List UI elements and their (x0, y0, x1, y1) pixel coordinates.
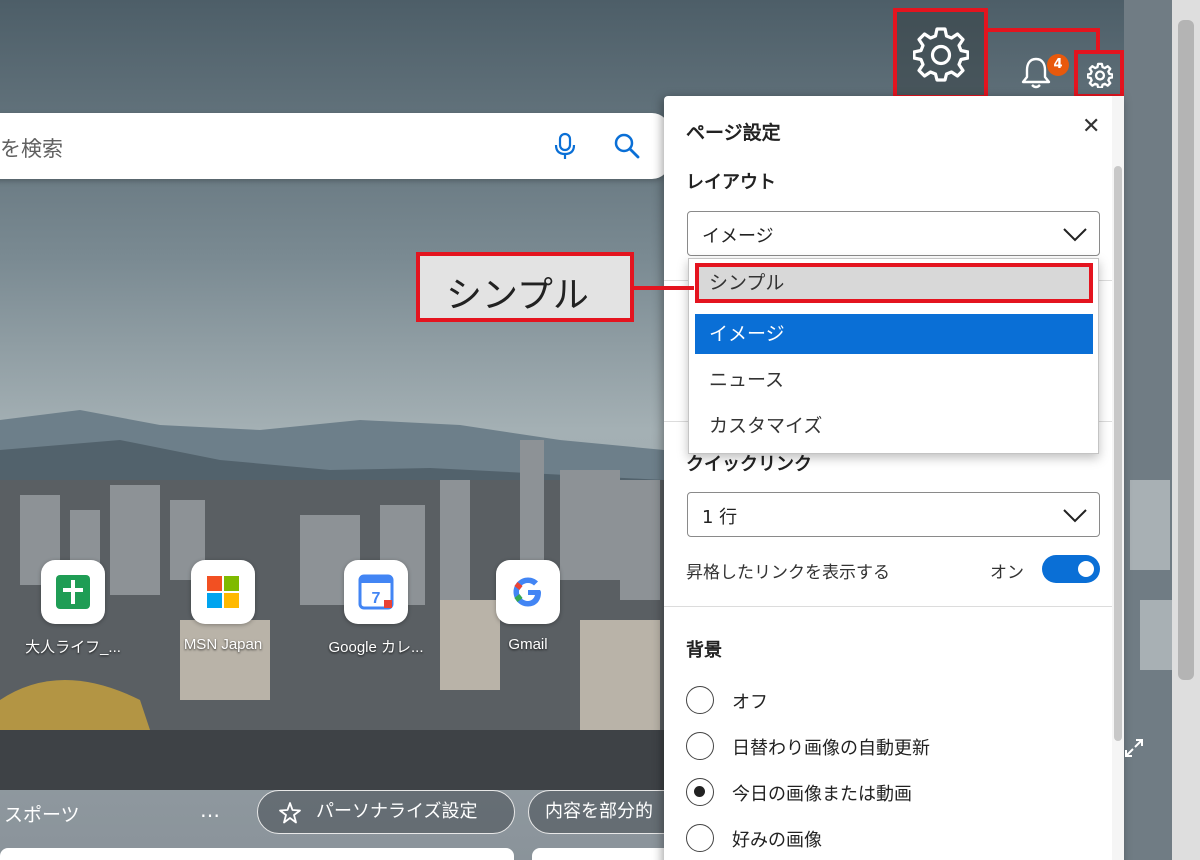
divider (664, 606, 1112, 607)
search-icon[interactable] (612, 131, 642, 161)
feed-tab-sports[interactable]: スポーツ (4, 800, 80, 827)
chevron-down-icon (1063, 228, 1087, 242)
svg-text:7: 7 (372, 590, 381, 607)
annotation-callout-text: シンプル (446, 275, 589, 316)
gear-icon (913, 27, 969, 82)
enlarged-settings-highlight (893, 8, 988, 99)
feed-card[interactable] (0, 848, 514, 860)
quick-link-label: Google カレ... (328, 639, 424, 656)
radio-button[interactable] (686, 732, 714, 760)
quick-link-label: MSN Japan (183, 636, 263, 653)
layout-option-news[interactable]: ニュース (695, 360, 1093, 400)
microphone-icon[interactable] (550, 131, 580, 161)
personalize-button[interactable]: パーソナライズ設定 (257, 790, 515, 834)
layout-select-value: イメージ (702, 226, 774, 247)
layout-section-label: レイアウト (686, 172, 776, 193)
partial-content-label: 内容を部分的 (545, 801, 653, 822)
google-g-icon (513, 577, 541, 607)
quick-links-rows-value: 1 行 (702, 507, 738, 528)
toggle-knob (1078, 561, 1094, 577)
chevron-down-icon (1063, 509, 1087, 523)
panel-title: ページ設定 (686, 122, 781, 144)
notification-count-badge: 4 (1047, 54, 1069, 76)
quick-link-tile[interactable]: 大人ライフ_... (13, 560, 133, 657)
layout-select[interactable]: イメージ (687, 211, 1100, 256)
callout-connector (988, 28, 1100, 32)
radio-label: 好みの画像 (732, 830, 822, 851)
radio-button[interactable] (686, 686, 714, 714)
background-section-label: 背景 (686, 640, 722, 661)
quick-link-tile[interactable]: Gmail (468, 560, 588, 653)
layout-dropdown-list: シンプル イメージ ニュース カスタマイズ (688, 258, 1099, 454)
close-icon[interactable]: ✕ (1082, 114, 1100, 139)
search-bar[interactable]: を検索 (0, 113, 670, 179)
callout-connector (634, 286, 694, 290)
more-tabs-button[interactable]: … (200, 798, 220, 822)
green-plus-icon (56, 575, 90, 609)
layout-option-image[interactable]: イメージ (695, 314, 1093, 354)
search-placeholder: を検索 (0, 137, 63, 161)
quick-link-label: Gmail (508, 636, 548, 653)
promoted-links-state: オン (990, 563, 1024, 583)
radio-button-checked[interactable] (686, 778, 714, 806)
panel-scrollbar-thumb[interactable] (1114, 166, 1122, 741)
personalize-label: パーソナライズ設定 (316, 801, 478, 822)
radio-label: オフ (732, 692, 768, 713)
expand-icon[interactable] (1124, 738, 1144, 758)
google-calendar-icon: 7 (358, 574, 394, 610)
microsoft-logo-icon (207, 576, 239, 608)
quick-link-label: 大人ライフ_... (25, 639, 121, 656)
gear-icon (1087, 62, 1113, 88)
radio-button[interactable] (686, 824, 714, 852)
sparkle-star-icon (279, 802, 301, 824)
quick-links-rows-select[interactable]: 1 行 (687, 492, 1100, 537)
settings-button[interactable] (1074, 50, 1124, 98)
promoted-links-label: 昇格したリンクを表示する (686, 563, 890, 583)
layout-option-custom[interactable]: カスタマイズ (695, 406, 1093, 446)
radio-label: 今日の画像または動画 (732, 784, 912, 805)
callout-connector (1096, 28, 1100, 52)
layout-option-simple[interactable]: シンプル (695, 263, 1093, 303)
feed-card[interactable] (532, 848, 672, 860)
radio-label: 日替わり画像の自動更新 (732, 738, 930, 759)
promoted-links-toggle[interactable] (1042, 555, 1100, 583)
annotation-callout: シンプル (416, 252, 634, 322)
feed-nav-bar: スポーツ … パーソナライズ設定 内容を部分的 (0, 780, 688, 842)
page-settings-panel: ページ設定 ✕ レイアウト イメージ クイックリンク 1 行 昇格したリンクを表… (664, 96, 1124, 860)
quick-link-tile[interactable]: 7 Google カレ... (316, 560, 436, 657)
quick-link-tile[interactable]: MSN Japan (163, 560, 283, 653)
